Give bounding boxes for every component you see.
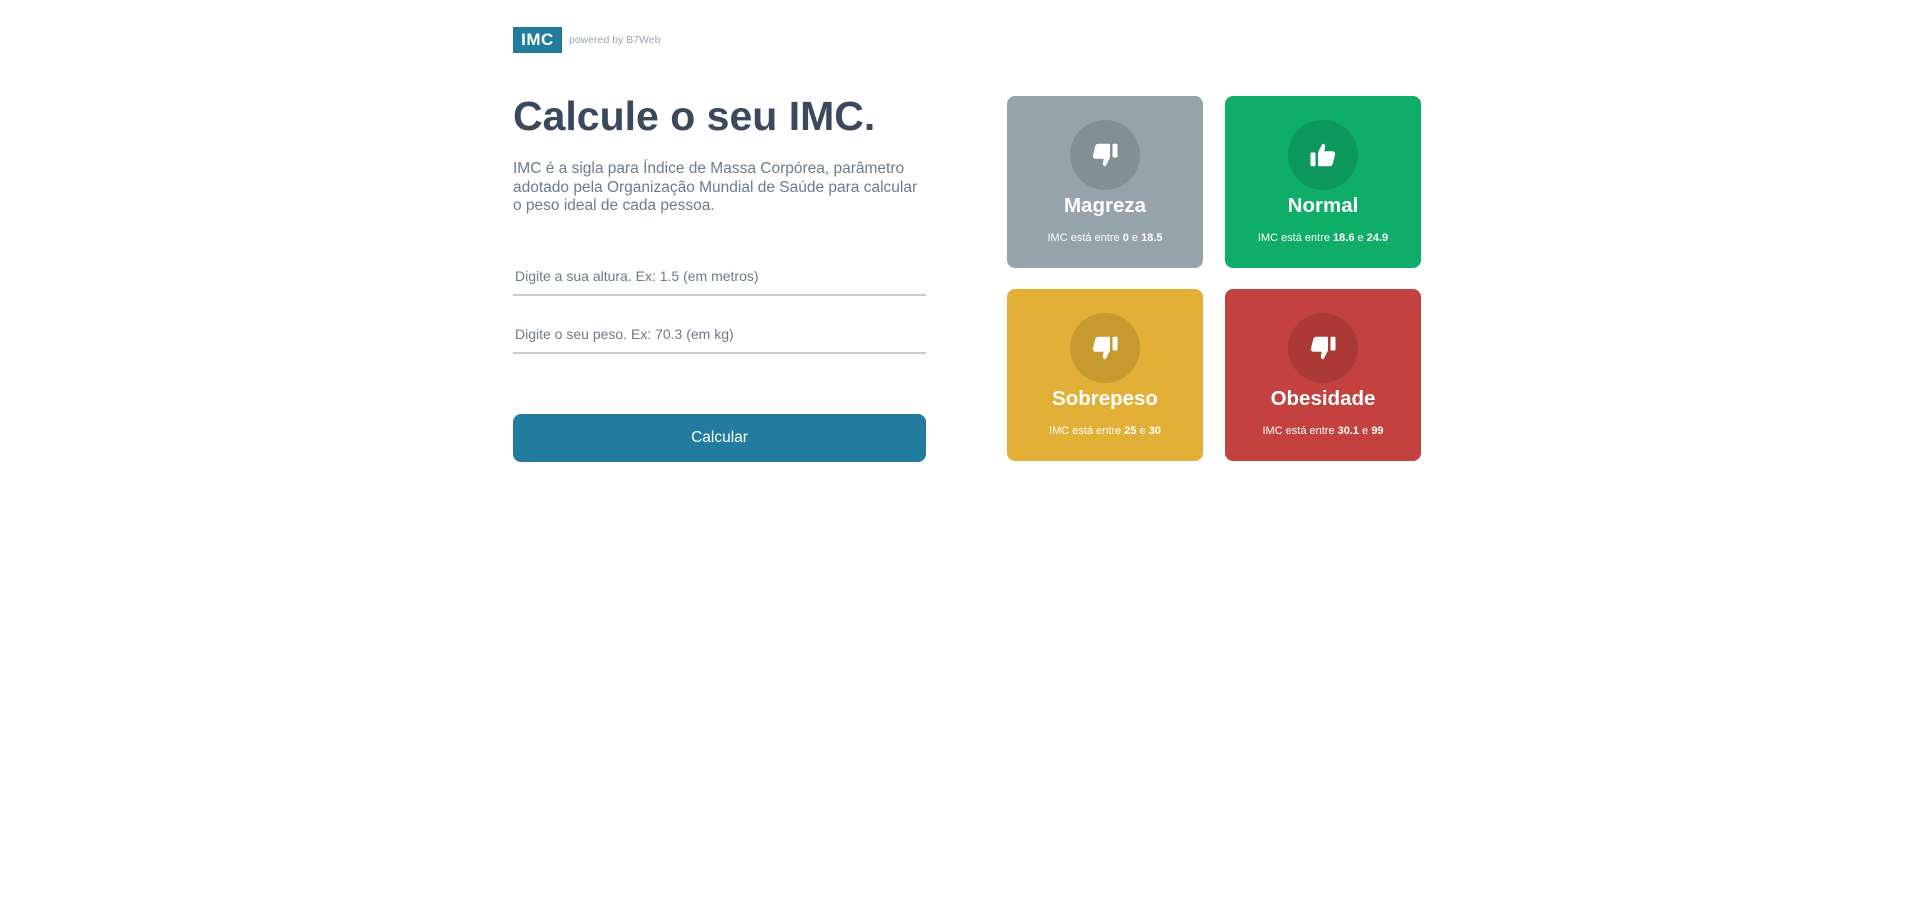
card-title: Normal <box>1287 194 1359 217</box>
card-range: IMC está entre 25 e 30 <box>1007 425 1203 437</box>
thumbs-up-icon <box>1288 120 1358 190</box>
range-prefix: IMC está entre <box>1257 232 1330 244</box>
card-range: IMC está entre 0 e 18.5 <box>1007 232 1203 244</box>
card-range: IMC está entre 18.6 e 24.9 <box>1225 232 1421 244</box>
description-text: IMC é a sigla para Índice de Massa Corpó… <box>513 160 918 214</box>
height-input[interactable] <box>513 266 926 296</box>
card-range: IMC está entre 30.1 e 99 <box>1225 425 1421 437</box>
range-min: 25 <box>1124 425 1137 437</box>
range-prefix: IMC está entre <box>1262 425 1335 437</box>
range-prefix: IMC está entre <box>1047 232 1120 244</box>
card-title: Sobrepeso <box>1052 387 1158 410</box>
imc-category-grid: Magreza IMC está entre 0 e 18.5 Normal I… <box>1007 96 1421 462</box>
range-max: 30 <box>1148 425 1161 437</box>
range-and: e <box>1362 425 1369 437</box>
range-min: 18.6 <box>1333 232 1355 244</box>
header: IMC powered by B7Web <box>513 27 660 53</box>
card-magreza: Magreza IMC está entre 0 e 18.5 <box>1007 96 1203 268</box>
range-max: 24.9 <box>1366 232 1389 244</box>
range-min: 0 <box>1122 232 1129 244</box>
card-normal: Normal IMC está entre 18.6 e 24.9 <box>1225 96 1421 268</box>
calculate-button[interactable]: Calcular <box>513 414 926 462</box>
range-max: 99 <box>1371 425 1384 437</box>
card-title: Obesidade <box>1270 387 1376 410</box>
calculator-panel: Calcule o seu IMC. IMC é a sigla para Ín… <box>513 96 926 216</box>
thumbs-down-icon <box>1070 313 1140 383</box>
page: IMC powered by B7Web Calcule o seu IMC. … <box>0 0 1918 906</box>
thumbs-down-icon <box>1288 313 1358 383</box>
card-obesidade: Obesidade IMC está entre 30.1 e 99 <box>1225 289 1421 461</box>
thumbs-down-icon <box>1070 120 1140 190</box>
range-and: e <box>1357 232 1364 244</box>
powered-by-text: powered by B7Web <box>569 34 661 46</box>
page-title: Calcule o seu IMC. <box>513 93 876 139</box>
range-max: 18.5 <box>1141 232 1163 244</box>
card-sobrepeso: Sobrepeso IMC está entre 25 e 30 <box>1007 289 1203 461</box>
range-and: e <box>1139 425 1146 437</box>
imc-logo[interactable]: IMC <box>513 27 562 53</box>
range-prefix: IMC está entre <box>1049 425 1122 437</box>
weight-input[interactable] <box>513 324 926 354</box>
range-min: 30.1 <box>1337 425 1360 437</box>
range-and: e <box>1131 232 1139 244</box>
card-title: Magreza <box>1063 194 1147 217</box>
